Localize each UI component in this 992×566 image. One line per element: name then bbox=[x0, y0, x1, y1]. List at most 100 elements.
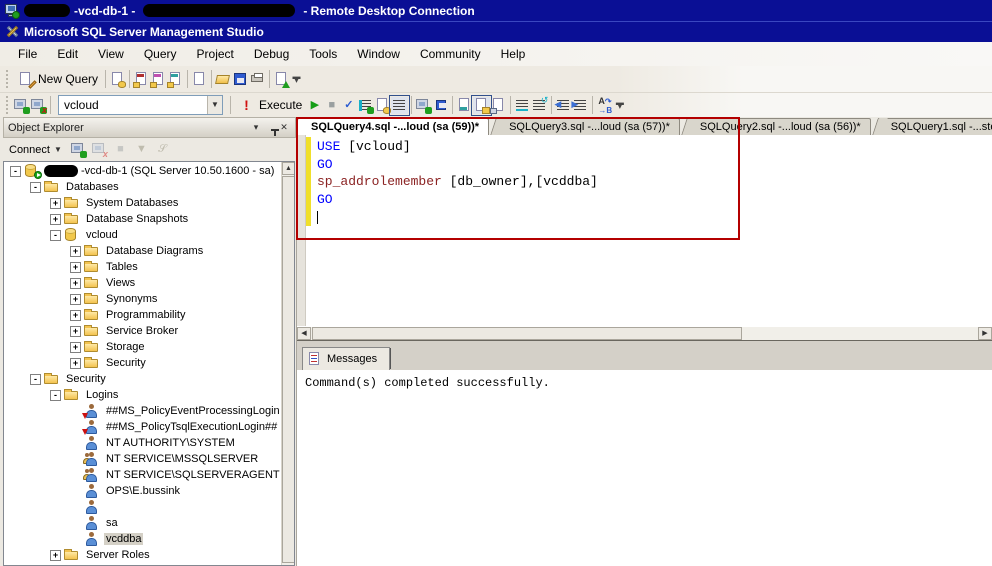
tree-expander[interactable]: + bbox=[70, 357, 81, 369]
menu-item-project[interactable]: Project bbox=[187, 44, 244, 64]
xmla-query-icon[interactable] bbox=[167, 71, 184, 88]
messages-tab[interactable]: Messages bbox=[302, 346, 391, 370]
tree-item-storage[interactable]: + Storage bbox=[4, 339, 281, 355]
tree-item-server-roles[interactable]: + Server Roles bbox=[4, 547, 281, 563]
menu-item-query[interactable]: Query bbox=[134, 44, 187, 64]
specify-values-icon[interactable]: A↷ →B bbox=[596, 96, 613, 114]
tree-expander[interactable]: + bbox=[50, 549, 61, 561]
include-client-statistics-icon[interactable] bbox=[432, 97, 449, 114]
tree-item-ms-policyeventprocessinglogin[interactable]: ##MS_PolicyEventProcessingLogin bbox=[4, 403, 281, 419]
scroll-left-arrow[interactable]: ◀ bbox=[297, 326, 311, 340]
print-icon[interactable] bbox=[249, 71, 266, 88]
tab-sqlquery1-sql[interactable]: SQLQuery1.sql -...ste bbox=[877, 118, 992, 135]
code-line-5[interactable] bbox=[317, 208, 598, 226]
tree-item-security[interactable]: + Security bbox=[4, 355, 281, 371]
connect-button[interactable]: Connect ▼ bbox=[5, 142, 66, 158]
tree-item-views[interactable]: + Views bbox=[4, 275, 281, 291]
menu-item-view[interactable]: View bbox=[88, 44, 134, 64]
results-to-grid-icon[interactable] bbox=[471, 94, 493, 116]
tree-item-vcloud[interactable]: - vcloud bbox=[4, 227, 281, 243]
tree-expander[interactable]: + bbox=[70, 309, 81, 321]
menu-item-window[interactable]: Window bbox=[347, 44, 410, 64]
scrollbar-thumb[interactable] bbox=[312, 326, 742, 340]
tree-scrollbar[interactable]: ▲ bbox=[281, 162, 294, 565]
tree-expander[interactable]: + bbox=[70, 261, 81, 273]
tree-expander[interactable]: + bbox=[70, 325, 81, 337]
new-query-button[interactable]: New Query bbox=[13, 69, 102, 90]
toolbar-grip[interactable] bbox=[5, 70, 10, 88]
comment-lines-icon[interactable] bbox=[514, 97, 531, 114]
tree-item-system-databases[interactable]: + System Databases bbox=[4, 195, 281, 211]
tree-item-synonyms[interactable]: + Synonyms bbox=[4, 291, 281, 307]
tree-item-service-broker[interactable]: + Service Broker bbox=[4, 323, 281, 339]
new-document-icon[interactable] bbox=[191, 71, 208, 88]
uncomment-lines-icon[interactable]: ↺ bbox=[531, 95, 548, 114]
tree-item-databases[interactable]: - Databases bbox=[4, 179, 281, 195]
tree-expander[interactable]: + bbox=[70, 277, 81, 289]
tree-item-nt-service-sqlserveragent[interactable]: NT SERVICE\SQLSERVERAGENT bbox=[4, 467, 281, 483]
toolbar-overflow-button[interactable]: ▬ ▾ bbox=[290, 69, 303, 89]
object-explorer-titlebar[interactable]: Object Explorer ▾ ✕ bbox=[3, 117, 296, 138]
tree-item-logins[interactable]: - Logins bbox=[4, 387, 281, 403]
menu-item-file[interactable]: File bbox=[8, 44, 47, 64]
tree-expander[interactable]: + bbox=[70, 245, 81, 257]
tree-item-sa[interactable]: sa bbox=[4, 515, 281, 531]
tree-expander[interactable]: + bbox=[70, 341, 81, 353]
tree-item-ops-e-bussink[interactable]: OPS\E.bussink bbox=[4, 483, 281, 499]
combobox-dropdown-arrow[interactable]: ▼ bbox=[207, 96, 222, 114]
tree-expander[interactable]: - bbox=[30, 181, 41, 193]
tab-sqlquery2-sql[interactable]: SQLQuery2.sql -...loud (sa (56))* bbox=[686, 118, 871, 135]
scroll-right-arrow[interactable]: ▶ bbox=[978, 326, 992, 340]
tree-item-nt-authority-system[interactable]: NT AUTHORITY\SYSTEM bbox=[4, 435, 281, 451]
connect-object-explorer-icon[interactable] bbox=[70, 141, 87, 158]
tree-expander[interactable]: + bbox=[50, 213, 61, 225]
tree-item-tables[interactable]: + Tables bbox=[4, 259, 281, 275]
code-line-1[interactable]: USE [vcloud] bbox=[317, 138, 598, 156]
code-line-2[interactable]: GO bbox=[317, 156, 598, 174]
tab-sqlquery4-sql[interactable]: SQLQuery4.sql -...loud (sa (59))* bbox=[298, 118, 490, 135]
tab-sqlquery3-sql[interactable]: SQLQuery3.sql -...loud (sa (57))* bbox=[496, 118, 680, 135]
close-icon[interactable]: ✕ bbox=[277, 122, 291, 133]
results-to-text-icon[interactable] bbox=[456, 97, 473, 114]
menu-item-debug[interactable]: Debug bbox=[244, 44, 299, 64]
tree-item-nt-service-mssqlserver[interactable]: NT SERVICE\MSSQLSERVER bbox=[4, 451, 281, 467]
specify-template-values-icon[interactable] bbox=[389, 94, 411, 116]
decrease-indent-icon[interactable]: ◀ bbox=[554, 97, 572, 114]
toolbar-grip[interactable] bbox=[5, 96, 10, 114]
editor-horizontal-scrollbar[interactable]: ◀ ▶ bbox=[297, 325, 992, 340]
menu-item-edit[interactable]: Edit bbox=[47, 44, 88, 64]
display-estimated-plan-icon[interactable] bbox=[357, 97, 375, 114]
activity-monitor-icon[interactable] bbox=[273, 71, 291, 88]
include-actual-plan-icon[interactable] bbox=[415, 97, 433, 114]
change-connection-icon[interactable] bbox=[13, 97, 30, 114]
menu-item-help[interactable]: Help bbox=[491, 44, 536, 64]
tree-expander[interactable]: - bbox=[50, 389, 61, 401]
sql-editor[interactable]: USE [vcloud] GO sp_addrolemember [db_owner… bbox=[297, 135, 992, 326]
sql-code[interactable]: USE [vcloud] GO sp_addrolemember [db_owner… bbox=[317, 138, 598, 226]
scrollbar-thumb[interactable] bbox=[282, 176, 294, 563]
tree-expander[interactable]: - bbox=[50, 229, 61, 241]
toolbar-overflow-button[interactable]: ▬ ▾ bbox=[613, 95, 626, 115]
tree-expander[interactable]: - bbox=[30, 373, 41, 385]
tree-expander[interactable]: - bbox=[10, 165, 21, 177]
menu-item-community[interactable]: Community bbox=[410, 44, 491, 64]
window-position-icon[interactable]: ▾ bbox=[249, 122, 263, 133]
available-databases-combobox[interactable]: vcloud ▼ bbox=[58, 95, 223, 115]
tree-item-ms-policytsqlexecutionlogin[interactable]: ##MS_PolicyTsqlExecutionLogin## bbox=[4, 419, 281, 435]
dmx-query-icon[interactable] bbox=[150, 71, 167, 88]
tree-item-programmability[interactable]: + Programmability bbox=[4, 307, 281, 323]
results-to-file-icon[interactable] bbox=[490, 97, 507, 114]
tree-item-item[interactable] bbox=[4, 499, 281, 515]
tree-item-security[interactable]: - Security bbox=[4, 371, 281, 387]
code-line-3[interactable]: sp_addrolemember [db_owner],[vcddba] bbox=[317, 173, 598, 191]
save-icon[interactable] bbox=[232, 71, 249, 88]
open-file-icon[interactable] bbox=[215, 71, 232, 88]
tree-expander[interactable]: + bbox=[70, 293, 81, 305]
query-designer-icon[interactable] bbox=[374, 97, 392, 114]
execute-button[interactable]: ! Execute bbox=[234, 95, 306, 116]
debug-play-icon[interactable]: ▶ bbox=[306, 97, 323, 114]
disconnect-icon[interactable]: x bbox=[30, 97, 47, 114]
parse-icon[interactable]: ✓ bbox=[340, 97, 357, 114]
increase-indent-icon[interactable]: ▶ bbox=[571, 97, 589, 114]
code-line-4[interactable]: GO bbox=[317, 191, 598, 209]
